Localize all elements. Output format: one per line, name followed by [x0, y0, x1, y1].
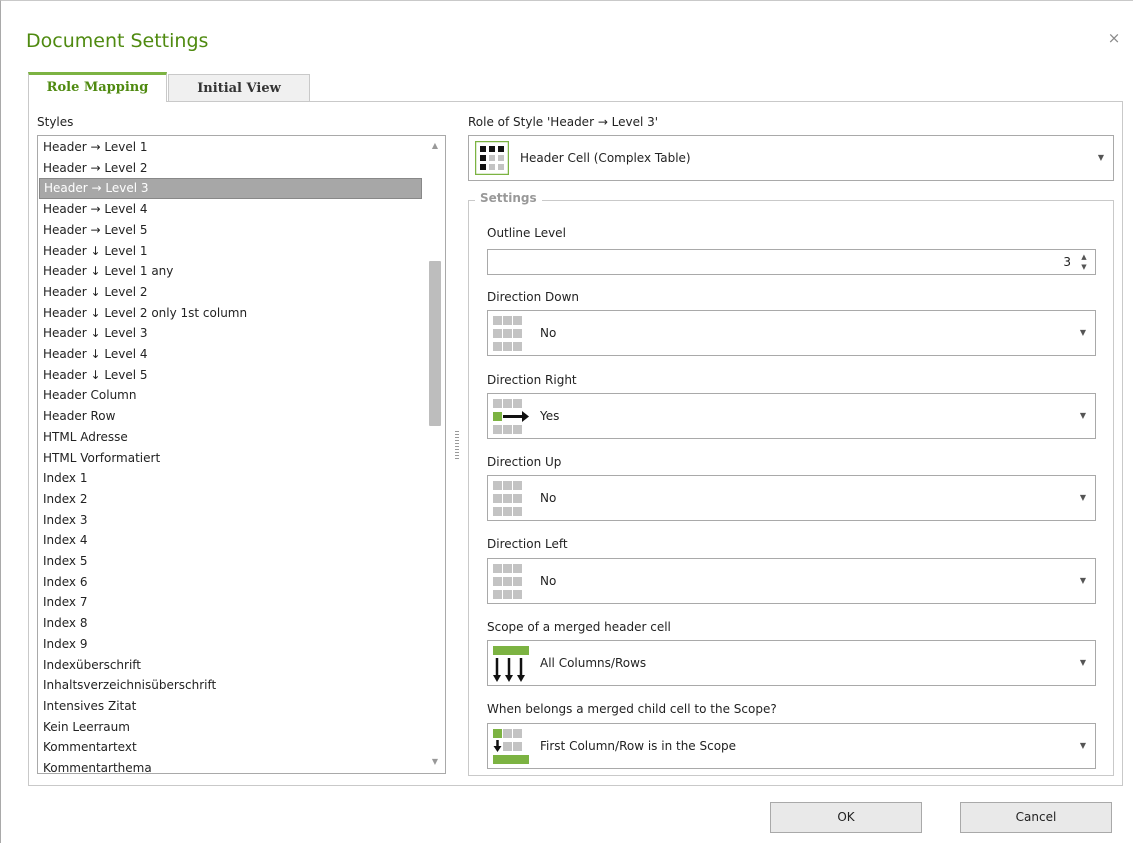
list-item[interactable]: Header → Level 5	[39, 220, 422, 241]
role-value: Header Cell (Complex Table)	[520, 151, 691, 165]
scroll-up-icon[interactable]: ▲	[425, 138, 445, 154]
list-item[interactable]: Header ↓ Level 2 only 1st column	[39, 303, 422, 324]
list-item[interactable]: Header → Level 2	[39, 158, 422, 179]
settings-legend: Settings	[475, 191, 542, 205]
header-cell-icon	[475, 141, 509, 175]
chevron-down-icon[interactable]: ▼	[1080, 311, 1086, 355]
scope-label: Scope of a merged header cell	[487, 620, 671, 634]
list-item[interactable]: Inhaltsverzeichnisüberschrift	[39, 675, 422, 696]
arrow-right-grid-icon	[493, 399, 529, 434]
chevron-down-icon[interactable]: ▼	[1098, 136, 1104, 180]
direction-right-value: Yes	[540, 409, 560, 423]
list-item[interactable]: Kommentartext	[39, 737, 422, 758]
grid-no-icon	[493, 316, 522, 351]
list-item[interactable]: Header Column	[39, 385, 422, 406]
list-item[interactable]: Kommentarthema	[39, 758, 422, 773]
list-item[interactable]: Header ↓ Level 4	[39, 344, 422, 365]
list-item[interactable]: Indexüberschrift	[39, 655, 422, 676]
ok-button[interactable]: OK	[770, 802, 922, 833]
child-scope-combo[interactable]: First Column/Row is in the Scope ▼	[487, 723, 1096, 769]
direction-right-label: Direction Right	[487, 373, 577, 387]
list-item[interactable]: Header ↓ Level 1	[39, 241, 422, 262]
list-item[interactable]: HTML Vorformatiert	[39, 448, 422, 469]
chevron-down-icon[interactable]: ▼	[1080, 476, 1086, 520]
list-item[interactable]: Intensives Zitat	[39, 696, 422, 717]
role-combo[interactable]: Header Cell (Complex Table) ▼	[468, 135, 1114, 181]
list-item[interactable]: Header ↓ Level 3	[39, 323, 422, 344]
list-item[interactable]: Index 1	[39, 468, 422, 489]
list-item[interactable]: Header ↓ Level 5	[39, 365, 422, 386]
direction-up-value: No	[540, 491, 557, 505]
list-item[interactable]: Header ↓ Level 2	[39, 282, 422, 303]
direction-up-label: Direction Up	[487, 455, 562, 469]
all-columns-icon	[493, 646, 529, 682]
chevron-down-icon[interactable]: ▼	[1080, 559, 1086, 603]
list-item[interactable]: Header → Level 1	[39, 137, 422, 158]
list-item[interactable]: Index 8	[39, 613, 422, 634]
styles-list[interactable]: Kommentarthema Kommentartext Kein Leerraum…	[37, 135, 446, 774]
first-column-icon	[493, 729, 529, 764]
child-scope-value: First Column/Row is in the Scope	[540, 739, 737, 753]
spin-up-icon[interactable]: ▲	[1079, 252, 1089, 262]
panel-splitter[interactable]	[455, 431, 459, 459]
direction-down-combo[interactable]: No ▼	[487, 310, 1096, 356]
list-item[interactable]: Header → Level 4	[39, 199, 422, 220]
direction-right-combo[interactable]: Yes ▼	[487, 393, 1096, 439]
cancel-button[interactable]: Cancel	[960, 802, 1112, 833]
list-item[interactable]: Index 6	[39, 572, 422, 593]
role-label: Role of Style 'Header → Level 3'	[468, 115, 659, 129]
styles-scrollbar[interactable]: ▲ ▼	[425, 136, 445, 773]
direction-left-value: No	[540, 574, 557, 588]
list-item[interactable]: Header → Level 3	[39, 178, 422, 200]
list-item[interactable]: Kein Leerraum	[39, 717, 422, 738]
direction-up-combo[interactable]: No ▼	[487, 475, 1096, 521]
close-icon[interactable]: ×	[1107, 31, 1121, 46]
direction-down-value: No	[540, 326, 557, 340]
list-item[interactable]: Index 9	[39, 634, 422, 655]
spin-down-icon[interactable]: ▼	[1079, 262, 1089, 272]
document-settings-dialog: Document Settings × Role Mapping Initial…	[0, 0, 1133, 843]
tab-initial-view[interactable]: Initial View	[168, 74, 310, 102]
outline-level-value: 3	[1063, 255, 1071, 269]
direction-down-label: Direction Down	[487, 290, 580, 304]
direction-left-combo[interactable]: No ▼	[487, 558, 1096, 604]
scope-combo[interactable]: All Columns/Rows ▼	[487, 640, 1096, 686]
dialog-title: Document Settings	[26, 30, 209, 52]
list-item[interactable]: Index 2	[39, 489, 422, 510]
list-item[interactable]: Index 5	[39, 551, 422, 572]
chevron-down-icon[interactable]: ▼	[1080, 641, 1086, 685]
list-item[interactable]: Header Row	[39, 406, 422, 427]
list-item[interactable]: HTML Adresse	[39, 427, 422, 448]
direction-left-label: Direction Left	[487, 537, 568, 551]
chevron-down-icon[interactable]: ▼	[1080, 394, 1086, 438]
styles-label: Styles	[37, 115, 74, 129]
list-item[interactable]: Index 3	[39, 510, 422, 531]
outline-level-label: Outline Level	[487, 226, 566, 240]
scroll-down-icon[interactable]: ▼	[425, 754, 445, 770]
grid-no-icon	[493, 481, 522, 516]
list-item[interactable]: Index 4	[39, 530, 422, 551]
outline-level-stepper[interactable]: 3 ▲ ▼	[487, 249, 1096, 275]
chevron-down-icon[interactable]: ▼	[1080, 724, 1086, 768]
grid-no-icon	[493, 564, 522, 599]
scope-value: All Columns/Rows	[540, 656, 647, 670]
child-scope-label: When belongs a merged child cell to the …	[487, 702, 777, 716]
tab-role-mapping[interactable]: Role Mapping	[28, 72, 167, 102]
scroll-thumb[interactable]	[429, 261, 441, 426]
list-item[interactable]: Index 7	[39, 592, 422, 613]
list-item[interactable]: Header ↓ Level 1 any	[39, 261, 422, 282]
